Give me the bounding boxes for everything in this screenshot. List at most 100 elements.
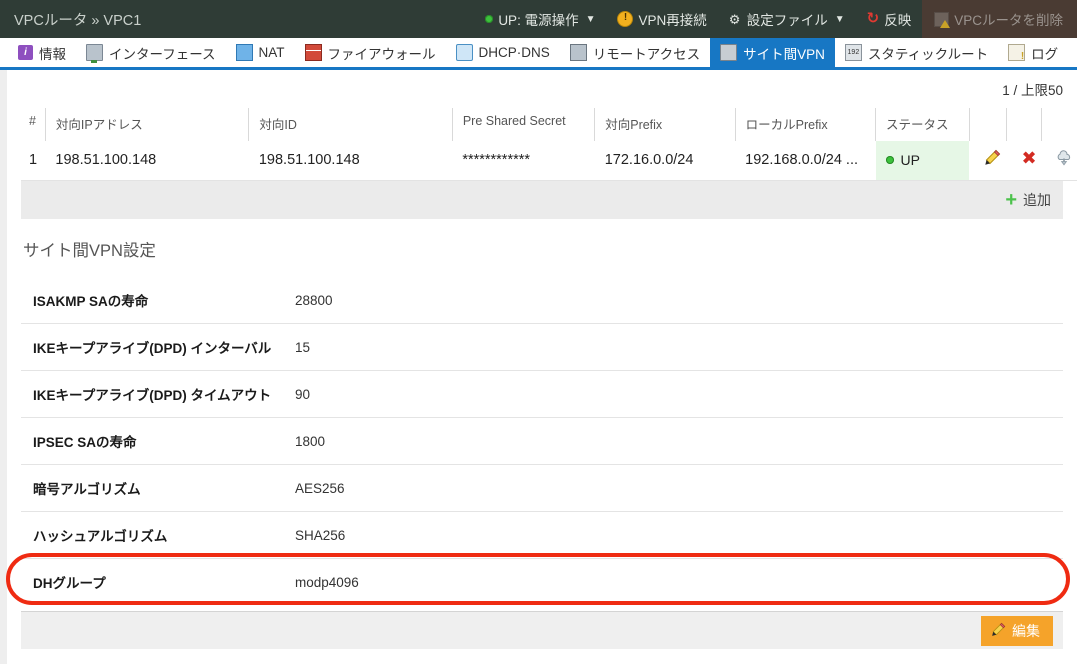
column-peer-prefix: 対向Prefix (595, 108, 735, 141)
static-route-icon: 192 (845, 44, 862, 61)
column-peer-ip: 対向IPアドレス (45, 108, 248, 141)
config-file-button[interactable]: ⚙ 設定ファイル ▼ (718, 0, 856, 38)
record-count-label: 1 / 上限50 (1002, 79, 1063, 99)
tab-nat[interactable]: NAT (226, 38, 295, 67)
site-to-site-vpn-icon (720, 44, 737, 61)
edit-button-label: 編集 (1012, 621, 1040, 641)
status-dot-green-icon (886, 156, 894, 164)
table-row[interactable]: 1 198.51.100.148 198.51.100.148 ********… (21, 141, 1077, 181)
edit-button[interactable]: 編集 (981, 616, 1053, 646)
tab-site-to-site-vpn-label: サイト間VPN (743, 43, 825, 63)
site-to-site-vpn-table: # 対向IPアドレス 対向ID Pre Shared Secret 対向Pref… (21, 108, 1077, 181)
tab-dhcp-dns[interactable]: DHCP·DNS (446, 38, 560, 67)
apply-label: 反映 (884, 9, 911, 29)
settings-key: IKEキープアライブ(DPD) インターバル (21, 324, 283, 371)
add-button[interactable]: + 追加 (1005, 190, 1051, 210)
dhcp-dns-icon (456, 44, 473, 61)
tab-firewall[interactable]: ファイアウォール (295, 38, 446, 67)
tab-nat-label: NAT (259, 45, 285, 60)
tab-remote-access-label: リモートアクセス (593, 43, 700, 63)
edit-pencil-icon[interactable] (984, 149, 1001, 170)
config-file-label: 設定ファイル (747, 9, 828, 29)
cell-peer-ip: 198.51.100.148 (45, 141, 248, 181)
tab-remote-access[interactable]: リモートアクセス (560, 38, 710, 67)
vpn-reconnect-label: VPN再接続 (638, 9, 706, 29)
settings-row-ike-dpd-timeout: IKEキープアライブ(DPD) タイムアウト 90 (21, 371, 1063, 418)
settings-value: 15 (283, 324, 1063, 371)
tab-bar: i 情報 インターフェース NAT ファイアウォール DHCP·DNS リモート… (0, 38, 1077, 70)
warning-icon: ! (617, 11, 633, 27)
power-operation-button[interactable]: UP: 電源操作 ▼ (474, 0, 606, 38)
remote-access-icon (570, 44, 587, 61)
info-icon: i (18, 45, 33, 60)
add-button-label: 追加 (1023, 190, 1051, 210)
settings-key: IPSEC SAの寿命 (21, 418, 283, 465)
settings-row-encryption-algorithm: 暗号アルゴリズム AES256 (21, 465, 1063, 512)
left-gutter (0, 70, 7, 664)
top-header-bar: VPCルータ » VPC1 UP: 電源操作 ▼ ! VPN再接続 ⚙ 設定ファ… (0, 0, 1077, 38)
settings-row-dh-group: DHグループ modp4096 (21, 559, 1063, 606)
edit-pencil-icon (991, 622, 1006, 640)
apply-button[interactable]: ↻ 反映 (856, 0, 923, 38)
tab-interface-label: インターフェース (109, 43, 216, 63)
settings-value: AES256 (283, 465, 1063, 512)
settings-key: IKEキープアライブ(DPD) タイムアウト (21, 371, 283, 418)
cell-status: UP (876, 141, 970, 181)
cell-action-delete[interactable]: ✖ (1007, 141, 1042, 181)
settings-value: SHA256 (283, 512, 1063, 559)
column-index: # (21, 108, 45, 141)
delete-vpc-router-label: VPCルータを削除 (954, 9, 1063, 29)
nat-icon (236, 44, 253, 61)
delete-x-icon[interactable]: ✖ (1021, 151, 1036, 165)
column-peer-id: 対向ID (249, 108, 452, 141)
settings-key: ISAKMP SAの寿命 (21, 277, 283, 324)
tab-static-route-label: スタティックルート (868, 43, 988, 63)
record-count-row: 1 / 上限50 (7, 70, 1077, 108)
gear-icon: ⚙ (729, 13, 742, 26)
delete-box-icon (934, 12, 949, 27)
main-content: 1 / 上限50 # 対向IPアドレス 対向ID Pre (7, 70, 1077, 664)
settings-value: 28800 (283, 277, 1063, 324)
cell-action-download[interactable] (1041, 141, 1077, 181)
column-local-prefix: ローカルPrefix (735, 108, 875, 141)
tab-log[interactable]: ログ (998, 38, 1068, 67)
status-badge: UP (886, 152, 970, 168)
settings-row-isakmp-sa-lifetime: ISAKMP SAの寿命 28800 (21, 277, 1063, 324)
cell-local-prefix: 192.168.0.0/24 ... (735, 141, 875, 181)
chevron-down-icon: ▼ (586, 14, 596, 25)
cell-index: 1 (21, 141, 45, 181)
settings-value: modp4096 (283, 559, 1063, 606)
tab-dhcp-dns-label: DHCP·DNS (479, 45, 550, 60)
column-pre-shared-secret: Pre Shared Secret (452, 108, 594, 141)
cell-peer-id: 198.51.100.148 (249, 141, 452, 181)
cell-peer-prefix: 172.16.0.0/24 (595, 141, 735, 181)
settings-key: ハッシュアルゴリズム (21, 512, 283, 559)
download-cloud-icon[interactable] (1055, 150, 1073, 170)
table-footer-bar: + 追加 (21, 181, 1063, 219)
tab-interface[interactable]: インターフェース (76, 38, 226, 67)
settings-row-ipsec-sa-lifetime: IPSEC SAの寿命 1800 (21, 418, 1063, 465)
site-to-site-vpn-settings-table: ISAKMP SAの寿命 28800 IKEキープアライブ(DPD) インターバ… (21, 277, 1063, 605)
delete-vpc-router-button[interactable]: VPCルータを削除 (922, 0, 1077, 38)
breadcrumb[interactable]: VPCルータ » VPC1 (0, 9, 141, 30)
tab-info[interactable]: i 情報 (8, 38, 76, 67)
tab-firewall-label: ファイアウォール (328, 43, 436, 63)
settings-value: 1800 (283, 418, 1063, 465)
tab-activity[interactable]: アクティビティ (1068, 38, 1077, 67)
tab-static-route[interactable]: 192 スタティックルート (835, 38, 998, 67)
vpn-reconnect-button[interactable]: ! VPN再接続 (606, 0, 717, 38)
chevron-down-icon: ▼ (835, 14, 845, 25)
plus-icon: + (1005, 192, 1017, 208)
tab-site-to-site-vpn[interactable]: サイト間VPN (710, 38, 835, 67)
settings-value: 90 (283, 371, 1063, 418)
table-header-row: # 対向IPアドレス 対向ID Pre Shared Secret 対向Pref… (21, 108, 1077, 141)
tab-log-label: ログ (1031, 43, 1058, 63)
settings-row-ike-dpd-interval: IKEキープアライブ(DPD) インターバル 15 (21, 324, 1063, 371)
settings-key: 暗号アルゴリズム (21, 465, 283, 512)
power-operation-label: UP: 電源操作 (498, 9, 578, 29)
tab-info-label: 情報 (39, 43, 66, 63)
status-label: UP (901, 152, 920, 168)
settings-section-title: サイト間VPN設定 (7, 219, 1077, 277)
refresh-icon: ↻ (867, 12, 880, 26)
cell-action-edit[interactable] (969, 141, 1007, 181)
